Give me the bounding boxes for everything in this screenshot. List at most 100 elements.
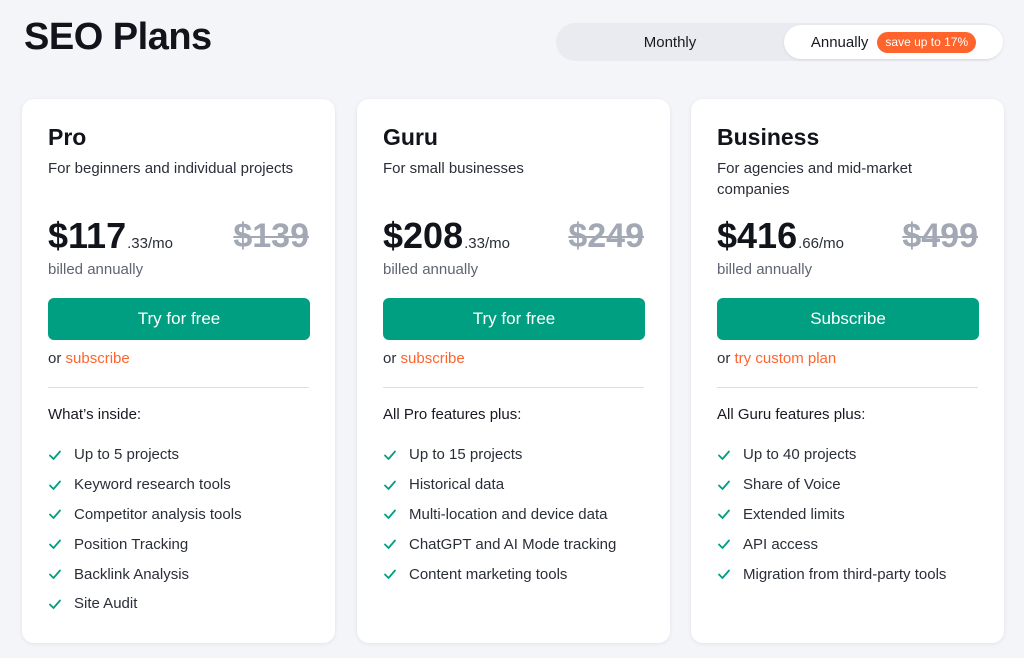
- current-price: $117 .33/mo: [48, 215, 173, 257]
- check-icon: [718, 569, 730, 579]
- feature-text: Position Tracking: [74, 535, 189, 553]
- feature-text: Migration from third-party tools: [743, 565, 947, 583]
- feature-text: Extended limits: [743, 505, 845, 523]
- original-price: $139: [233, 217, 309, 255]
- feature-item: Keyword research tools: [48, 470, 242, 500]
- billed-note: billed annually: [717, 261, 813, 278]
- alt-action-line: or try custom plan: [717, 350, 836, 367]
- plan-name: Business: [717, 124, 820, 150]
- feature-item: Up to 5 projects: [48, 440, 242, 470]
- feature-item: ChatGPT and AI Mode tracking: [383, 529, 616, 559]
- feature-text: Site Audit: [74, 595, 138, 613]
- feature-text: Up to 40 projects: [743, 446, 857, 464]
- feature-text: Share of Voice: [743, 476, 841, 494]
- price-row: $117 .33/mo $139: [48, 215, 309, 257]
- feature-list: Up to 15 projects Historical data Multi-…: [383, 440, 616, 589]
- feature-text: Keyword research tools: [74, 476, 231, 494]
- billed-note: billed annually: [48, 261, 144, 278]
- price-integer: $208: [383, 215, 464, 256]
- feature-item: Up to 15 projects: [383, 440, 616, 470]
- check-icon: [384, 450, 396, 460]
- plan-card-business: Business For agencies and mid-market com…: [691, 99, 1004, 643]
- check-icon: [718, 450, 730, 460]
- check-icon: [49, 510, 61, 520]
- plan-description: For agencies and mid-market companies: [717, 160, 913, 198]
- feature-item: Historical data: [383, 470, 616, 500]
- billed-note: billed annually: [383, 261, 479, 278]
- feature-item: API access: [717, 529, 946, 559]
- feature-item: Content marketing tools: [383, 559, 616, 589]
- page-title: SEO Plans: [24, 16, 212, 58]
- feature-text: Up to 5 projects: [74, 446, 180, 464]
- price-row: $208 .33/mo $249: [383, 215, 644, 257]
- check-icon: [49, 480, 61, 490]
- check-icon: [384, 539, 396, 550]
- alt-action-line: or subscribe: [48, 350, 130, 367]
- try-custom-plan-link[interactable]: try custom plan: [735, 350, 837, 367]
- feature-text: Competitor analysis tools: [74, 505, 242, 523]
- feature-item: Share of Voice: [717, 470, 946, 500]
- feature-text: Multi-location and device data: [409, 505, 608, 523]
- plan-card-guru: Guru For small businesses $208 .33/mo $2…: [357, 99, 670, 643]
- subscribe-button[interactable]: Subscribe: [717, 298, 979, 340]
- price-decimal: .33/mo: [127, 235, 173, 252]
- check-icon: [49, 569, 61, 579]
- original-price: $499: [902, 217, 978, 255]
- plan-description: For beginners and individual projects: [48, 160, 294, 177]
- toggle-monthly-option[interactable]: Monthly: [558, 25, 782, 59]
- feature-item: Migration from third-party tools: [717, 559, 946, 589]
- toggle-monthly-label: Monthly: [643, 33, 697, 51]
- features-heading: What’s inside:: [48, 406, 142, 423]
- feature-item: Position Tracking: [48, 529, 242, 559]
- check-icon: [384, 510, 396, 520]
- feature-item: Extended limits: [717, 500, 946, 530]
- feature-text: Historical data: [409, 476, 505, 494]
- feature-text: ChatGPT and AI Mode tracking: [409, 535, 617, 553]
- billing-period-toggle[interactable]: Monthly Annually save up to 17%: [556, 23, 1003, 61]
- feature-item: Competitor analysis tools: [48, 500, 242, 530]
- plan-name: Guru: [383, 124, 438, 150]
- feature-item: Site Audit: [48, 589, 242, 619]
- current-price: $416 .66/mo: [717, 215, 844, 257]
- features-heading: All Pro features plus:: [383, 406, 522, 423]
- feature-item: Up to 40 projects: [717, 440, 946, 470]
- divider: [48, 387, 309, 388]
- current-price: $208 .33/mo: [383, 215, 510, 257]
- price-integer: $117: [48, 215, 127, 256]
- toggle-annually-option[interactable]: Annually save up to 17%: [784, 25, 1003, 59]
- check-icon: [384, 569, 396, 579]
- alt-prefix: or: [717, 350, 731, 367]
- feature-list: Up to 5 projects Keyword research tools …: [48, 440, 242, 619]
- feature-text: Content marketing tools: [409, 565, 568, 583]
- save-badge: save up to 17%: [877, 31, 977, 53]
- alt-action-line: or subscribe: [383, 350, 465, 367]
- feature-text: Backlink Analysis: [74, 565, 190, 583]
- toggle-annually-label: Annually: [810, 33, 869, 51]
- plan-description: For small businesses: [383, 160, 524, 177]
- try-for-free-button[interactable]: Try for free: [48, 298, 310, 340]
- price-integer: $416: [717, 215, 798, 256]
- original-price: $249: [568, 217, 644, 255]
- plan-card-pro: Pro For beginners and individual project…: [22, 99, 335, 643]
- feature-text: Up to 15 projects: [409, 446, 523, 464]
- alt-prefix: or: [383, 350, 397, 367]
- try-for-free-button[interactable]: Try for free: [383, 298, 645, 340]
- feature-list: Up to 40 projects Share of Voice Extende…: [717, 440, 946, 589]
- feature-text: API access: [743, 535, 819, 553]
- divider: [383, 387, 644, 388]
- check-icon: [49, 599, 61, 609]
- price-decimal: .33/mo: [464, 235, 510, 252]
- price-row: $416 .66/mo $499: [717, 215, 978, 257]
- divider: [717, 387, 978, 388]
- features-heading: All Guru features plus:: [717, 406, 866, 423]
- feature-item: Backlink Analysis: [48, 559, 242, 589]
- feature-item: Multi-location and device data: [383, 500, 616, 530]
- subscribe-link[interactable]: subscribe: [66, 350, 130, 367]
- check-icon: [49, 450, 61, 460]
- price-decimal: .66/mo: [798, 235, 844, 252]
- check-icon: [384, 480, 396, 490]
- check-icon: [718, 510, 730, 520]
- check-icon: [49, 539, 61, 550]
- plan-name: Pro: [48, 124, 87, 150]
- subscribe-link[interactable]: subscribe: [401, 350, 465, 367]
